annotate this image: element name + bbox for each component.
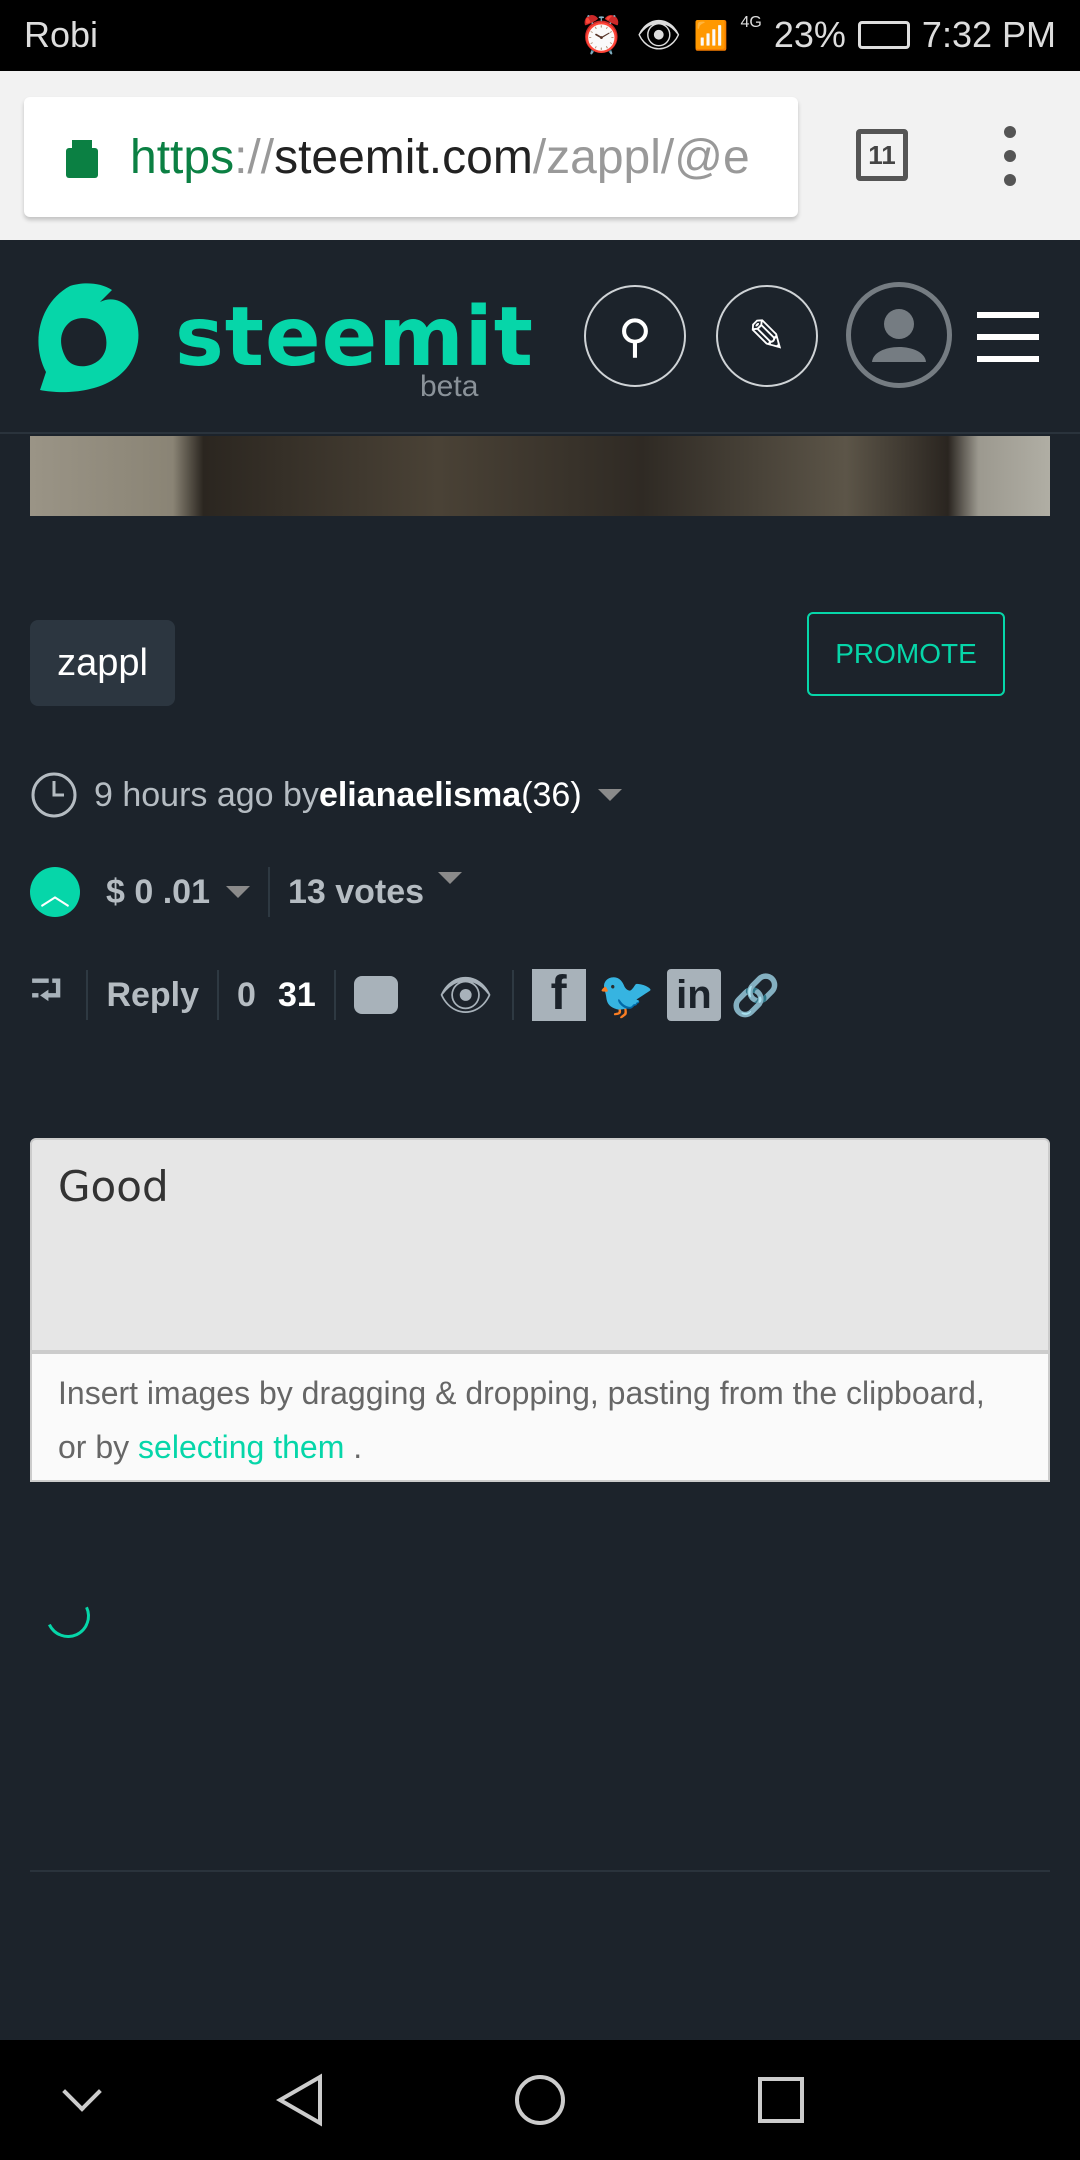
url-path: /zappl/@e xyxy=(532,130,750,184)
loading-spinner xyxy=(39,1587,97,1645)
clock-icon xyxy=(31,772,77,818)
post-time: 9 hours ago by xyxy=(94,775,319,814)
compose-button[interactable]: ✎ xyxy=(716,285,818,387)
steemit-logo-icon[interactable] xyxy=(30,282,142,396)
carrier-name: Robi xyxy=(24,14,99,55)
url-separator: :// xyxy=(234,130,275,184)
search-button[interactable]: ⚲ xyxy=(584,285,686,387)
vote-row: ︿ $ 0 .01 13 votes xyxy=(30,862,463,922)
clock-time: 7:32 PM xyxy=(921,14,1056,55)
promote-label: PROMOTE xyxy=(835,638,977,669)
linkedin-icon[interactable]: in xyxy=(666,969,721,1021)
back-icon[interactable] xyxy=(275,2073,325,2127)
eye-comfort-icon: 👁 xyxy=(635,14,682,55)
select-images-link[interactable]: selecting them xyxy=(138,1429,344,1465)
comments-count[interactable]: 31 xyxy=(278,976,316,1015)
tag-label: zappl xyxy=(57,641,148,684)
upvote-button[interactable]: ︿ xyxy=(30,867,80,917)
votes-count[interactable]: 13 votes xyxy=(288,873,424,912)
android-nav-bar xyxy=(0,2040,1080,2160)
footer-divider xyxy=(30,1870,1050,1872)
payout-amount[interactable]: $ 0 .01 xyxy=(106,873,210,912)
divider xyxy=(511,970,514,1020)
hint-suffix: . xyxy=(344,1429,363,1465)
pencil-icon: ✎ xyxy=(747,310,787,362)
divider xyxy=(333,970,336,1020)
browser-toolbar: https://steemit.com/zappl/@e 11 xyxy=(0,71,1080,240)
tag-zappl[interactable]: zappl xyxy=(30,620,175,706)
home-icon[interactable] xyxy=(515,2075,565,2125)
comment-textarea[interactable]: Good xyxy=(30,1138,1050,1352)
hide-keyboard-icon[interactable] xyxy=(62,2072,102,2112)
author-dropdown-icon[interactable] xyxy=(597,789,622,801)
beta-badge: beta xyxy=(420,370,479,403)
author-link[interactable]: elianaelisma xyxy=(319,776,521,815)
divider xyxy=(217,970,220,1020)
search-icon: ⚲ xyxy=(618,310,652,362)
comment-text: Good xyxy=(58,1162,169,1211)
battery-icon xyxy=(857,21,910,49)
comments-icon[interactable] xyxy=(353,976,398,1014)
post-image xyxy=(30,436,1050,516)
status-bar: Robi ⏰ 👁 📶 4G 23% 7:32 PM xyxy=(0,0,1080,71)
user-icon xyxy=(872,309,926,362)
battery-percent: 23% xyxy=(773,14,846,55)
site-header: steemit beta ⚲ ✎ xyxy=(0,240,1080,434)
link-icon[interactable]: 🔗 xyxy=(731,972,781,1019)
author-reputation: (36) xyxy=(521,775,582,814)
more-menu-icon[interactable] xyxy=(995,126,1025,186)
promote-button[interactable]: PROMOTE xyxy=(807,612,1005,696)
views-icon[interactable]: 👁 xyxy=(438,969,494,1021)
wifi-icon: 📶 xyxy=(693,19,729,51)
tab-switcher-button[interactable]: 11 xyxy=(856,129,908,181)
twitter-icon[interactable]: 🐦 xyxy=(598,968,655,1023)
image-upload-hint: Insert images by dragging & dropping, pa… xyxy=(30,1352,1050,1482)
divider xyxy=(86,970,89,1020)
brand-name[interactable]: steemit xyxy=(175,290,534,385)
divider xyxy=(267,867,270,917)
network-type: 4G xyxy=(740,14,762,31)
url-scheme: https xyxy=(130,130,235,184)
url-bar[interactable]: https://steemit.com/zappl/@e xyxy=(24,97,798,217)
facebook-icon[interactable]: f xyxy=(531,967,586,1021)
payout-dropdown-icon[interactable] xyxy=(225,886,250,898)
resteem-icon[interactable]: ⮒ xyxy=(30,960,62,1031)
action-row: ⮒ Reply 0 31 👁 f 🐦 in 🔗 xyxy=(30,960,781,1030)
votes-dropdown-icon[interactable] xyxy=(438,872,463,884)
hamburger-menu-icon[interactable] xyxy=(977,312,1039,362)
responses-count: 0 xyxy=(237,975,256,1014)
alarm-icon: ⏰ xyxy=(579,14,624,55)
reply-link[interactable]: Reply xyxy=(106,976,199,1015)
url-host: steemit.com xyxy=(274,130,533,184)
user-avatar[interactable] xyxy=(846,282,952,388)
tab-count: 11 xyxy=(868,139,896,170)
recents-icon[interactable] xyxy=(758,2077,804,2123)
post-meta: 9 hours ago by elianaelisma (36) xyxy=(30,765,622,825)
lock-icon xyxy=(66,148,98,178)
